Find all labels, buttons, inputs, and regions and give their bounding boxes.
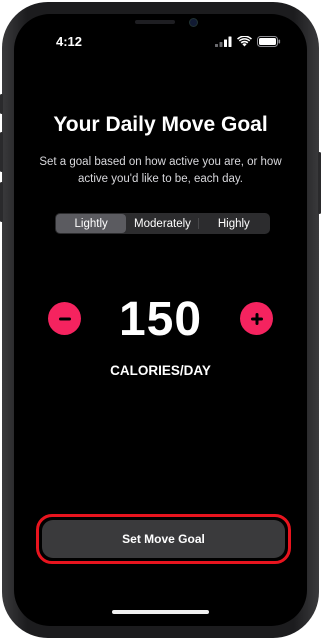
- decrease-goal-button[interactable]: [48, 302, 81, 335]
- notch: [85, 14, 236, 36]
- page-subtitle: Set a goal based on how active you are, …: [39, 156, 282, 185]
- screen: 4:12 Your Daily Move Goal Set a goal bas…: [14, 14, 307, 626]
- increase-goal-button[interactable]: [240, 302, 273, 335]
- front-camera: [189, 18, 198, 27]
- plus-icon: [250, 312, 263, 325]
- status-icons: [215, 34, 281, 48]
- page-title: Your Daily Move Goal: [53, 113, 268, 136]
- speaker-grille: [135, 20, 175, 24]
- wifi-icon: [237, 35, 252, 46]
- phone-frame: 4:12 Your Daily Move Goal Set a goal bas…: [0, 2, 321, 638]
- minus-icon: [58, 317, 71, 320]
- battery-icon: [257, 35, 281, 47]
- volume-up-button: [0, 132, 3, 172]
- segment-lightly[interactable]: Lightly: [56, 214, 127, 233]
- volume-down-button: [0, 182, 3, 222]
- home-indicator[interactable]: [112, 610, 209, 614]
- segment-moderately[interactable]: Moderately: [127, 214, 197, 233]
- segment-highly[interactable]: Highly: [199, 214, 269, 233]
- mute-switch: [0, 94, 3, 114]
- cellular-signal-icon: [215, 36, 232, 47]
- goal-unit-label: CALORIES/DAY: [110, 363, 211, 378]
- goal-value: 150: [118, 293, 203, 346]
- activity-level-selector: Lightly Moderately Highly: [55, 213, 270, 234]
- status-time: 4:12: [56, 34, 83, 49]
- set-move-goal-button[interactable]: Set Move Goal: [42, 520, 285, 558]
